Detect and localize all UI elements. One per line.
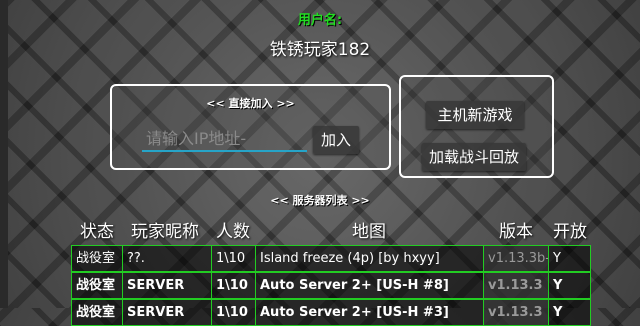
username-label: 用户名: (297, 13, 343, 28)
direct-join-panel: << 直接加入 >> 加入 (110, 84, 391, 170)
server-row[interactable]: 战役室 ??. 1\10 Island freeze (4p) [by hxyy… (71, 245, 591, 272)
column-header-map: 地图 (352, 222, 386, 242)
server-row[interactable]: 战役室 SERVER 1\10 Auto Server 2+ [US-H #3]… (71, 299, 591, 326)
server-open: Y (553, 278, 563, 293)
server-map: Auto Server 2+ [US-H #3] (256, 300, 484, 325)
username-value[interactable]: 铁锈玩家182 (0, 35, 640, 60)
server-player-name: SERVER (123, 273, 212, 298)
column-header-version: 版本 (499, 222, 533, 242)
column-header-open: 开放 (553, 222, 587, 242)
server-map: Auto Server 2+ [US-H #8] (256, 273, 484, 298)
join-button[interactable]: 加入 (313, 126, 359, 154)
server-player-count: 1\10 (212, 273, 256, 298)
server-map: Island freeze (4p) [by hxyy] (256, 246, 484, 271)
server-open: Y (553, 251, 561, 266)
host-panel: 主机新游戏 加载战斗回放 (399, 75, 554, 178)
server-version: v1.13.3 (484, 300, 549, 325)
server-player-count: 1\10 (212, 300, 256, 325)
server-state: 战役室 (72, 246, 123, 271)
column-header-player-name: 玩家昵称 (131, 222, 199, 242)
server-version: v1.13.3b- (484, 246, 549, 271)
direct-join-title: << 直接加入 >> (206, 97, 295, 110)
server-version: v1.13.3 (484, 273, 549, 298)
ip-address-input[interactable] (142, 126, 307, 152)
server-player-count: 1\10 (212, 246, 256, 271)
server-open: Y (553, 305, 563, 320)
server-row[interactable]: 战役室 SERVER 1\10 Auto Server 2+ [US-H #8]… (71, 272, 591, 299)
column-header-state: 状态 (80, 222, 114, 242)
column-header-player-count: 人数 (216, 222, 250, 242)
server-player-name: ??. (123, 246, 212, 271)
load-replay-button[interactable]: 加载战斗回放 (422, 143, 526, 171)
server-state: 战役室 (72, 300, 123, 325)
server-player-name: SERVER (123, 300, 212, 325)
host-new-game-button[interactable]: 主机新游戏 (426, 101, 524, 129)
server-list-title: << 服务器列表 >> (270, 194, 370, 207)
server-state: 战役室 (72, 273, 123, 298)
